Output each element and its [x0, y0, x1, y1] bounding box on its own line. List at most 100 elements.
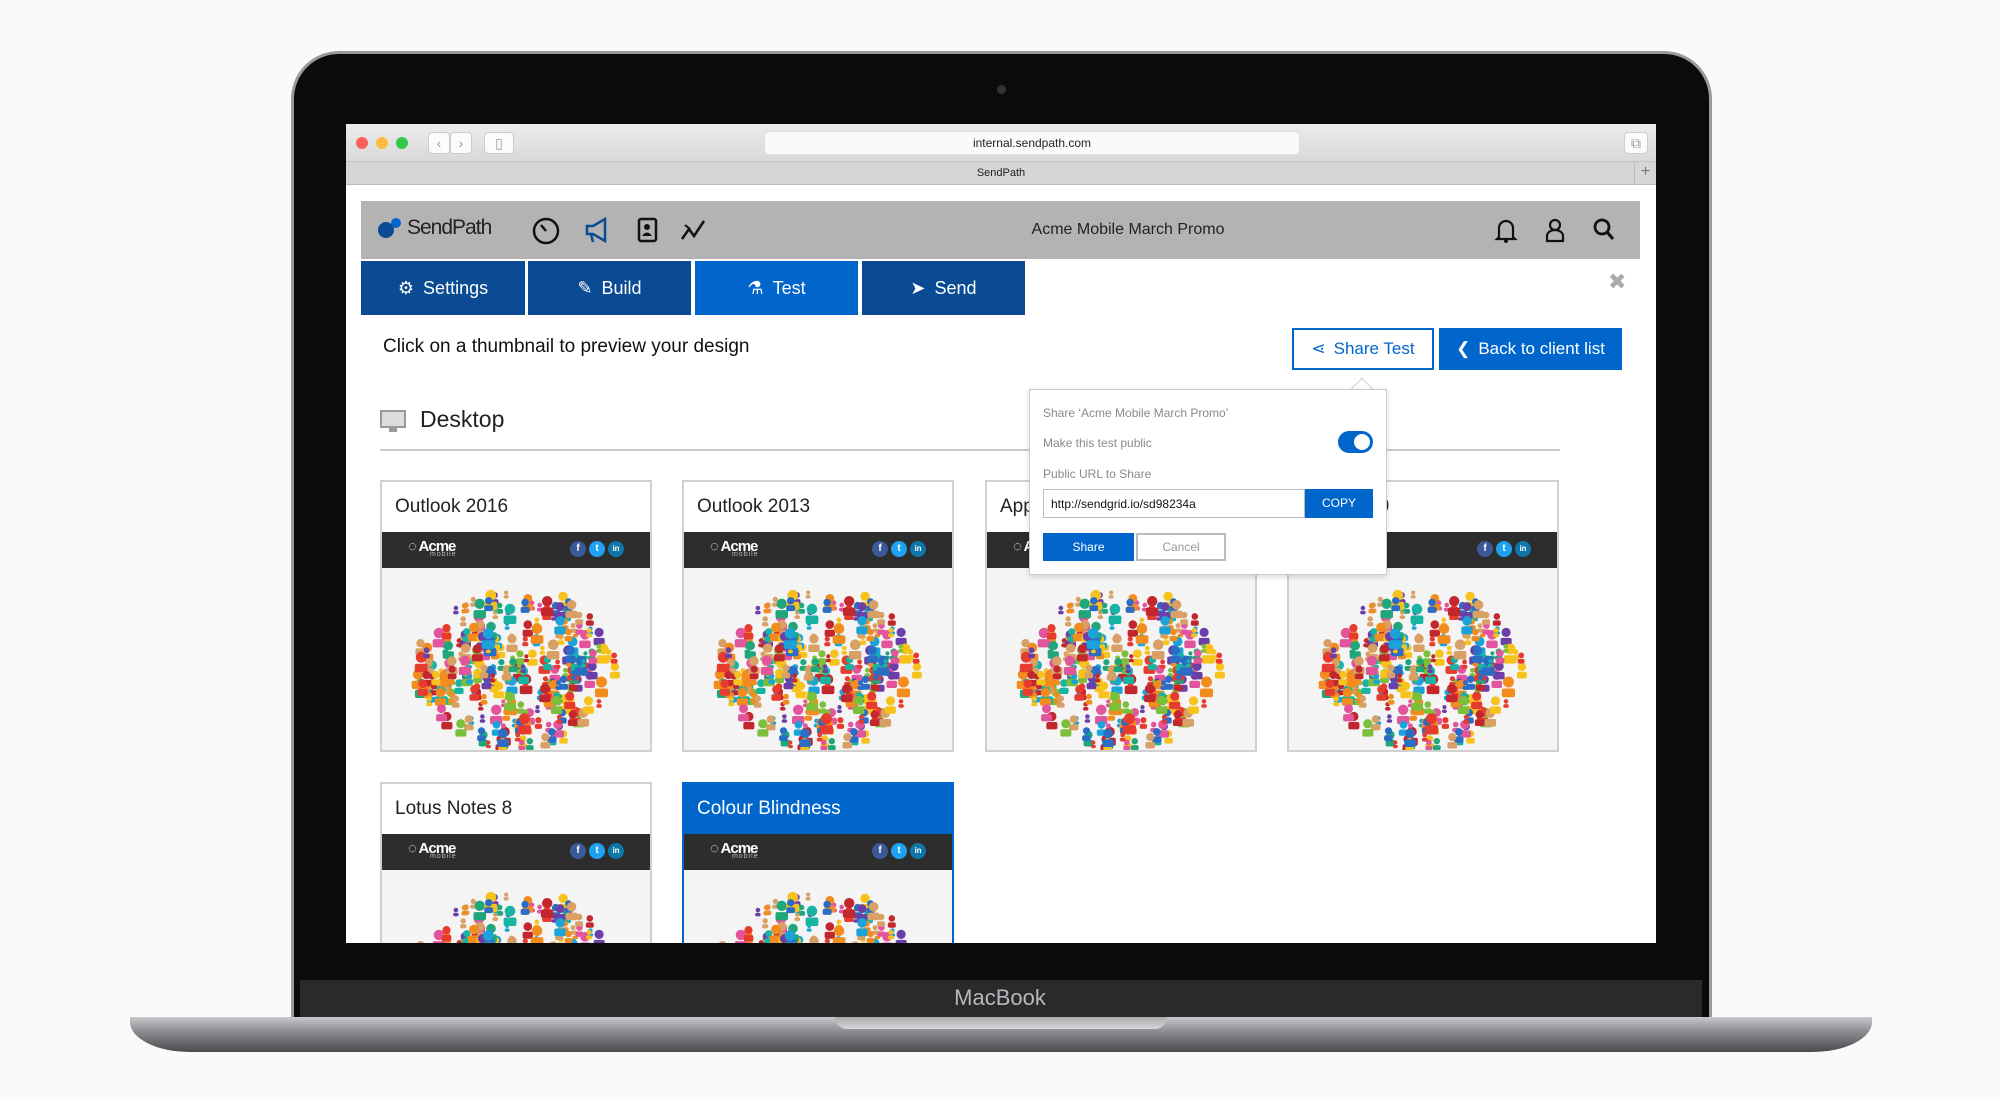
tab-build[interactable]: ✎ Build [528, 261, 691, 315]
person-figure [1058, 605, 1064, 615]
megaphone-icon[interactable] [583, 215, 613, 245]
person-figure [1387, 693, 1395, 705]
forward-nav-button[interactable]: › [450, 132, 472, 154]
public-url-input[interactable] [1043, 489, 1305, 518]
person-figure [907, 649, 914, 660]
person-figure [1413, 634, 1425, 652]
linkedin-icon: in [910, 541, 926, 557]
person-figure [805, 892, 811, 901]
person-figure [525, 738, 534, 750]
person-figure [453, 605, 459, 615]
sidebar-toggle-button[interactable]: ▯ [484, 132, 514, 154]
facebook-icon: f [1477, 541, 1493, 557]
tab-settings[interactable]: ⚙ Settings [361, 261, 525, 315]
person-figure [460, 616, 467, 627]
person-figure [1501, 676, 1515, 698]
email-header-band: ◌ Acmemobile f t in [684, 532, 952, 568]
person-figure [506, 634, 518, 652]
zoom-window-button[interactable] [396, 137, 408, 149]
person-figure [1492, 613, 1501, 626]
sendpath-logo[interactable]: SendPath [377, 215, 492, 241]
browser-tab[interactable]: SendPath [977, 167, 1025, 179]
person-figure [808, 634, 820, 652]
back-nav-button[interactable]: ‹ [428, 132, 450, 154]
person-figure [1410, 603, 1424, 624]
person-figure [1368, 602, 1375, 614]
person-figure [836, 705, 842, 713]
contacts-icon[interactable] [633, 215, 663, 245]
copy-button[interactable]: COPY [1305, 489, 1373, 518]
tabs-overview-button[interactable]: ⧉ [1624, 132, 1648, 154]
thumbnail-title: Lotus Notes 8 [382, 784, 650, 834]
preview-thumbnail[interactable]: Colour Blindness ◌ Acme mobile f t in [682, 782, 954, 943]
person-figure [1429, 636, 1436, 647]
screen: ‹ › ▯ internal.sendpath.com ⧉ SendPath +… [346, 124, 1656, 943]
person-figure [809, 936, 819, 943]
person-figure [887, 613, 896, 626]
close-window-button[interactable] [356, 137, 368, 149]
back-to-client-list-button[interactable]: ❮ Back to client list [1439, 328, 1622, 370]
person-figure [461, 602, 468, 614]
tab-test[interactable]: ⚗ Test [695, 261, 858, 315]
email-header-band: ◌ Acmemobile f t in [684, 834, 952, 870]
preview-thumbnail[interactable]: Outlook 2013 ◌ Acme mobile f t in [682, 480, 954, 752]
person-figure [596, 699, 602, 708]
person-figure [527, 649, 538, 666]
tab-send[interactable]: ➤ Send [862, 261, 1025, 315]
preview-thumbnail[interactable]: Outlook 2016 ◌ Acme mobile f t in [380, 480, 652, 752]
preview-thumbnail[interactable]: Lotus Notes 8 ◌ Acme mobile f t in [380, 782, 652, 943]
public-toggle[interactable] [1338, 431, 1373, 453]
person-figure [1453, 639, 1467, 660]
address-bar[interactable]: internal.sendpath.com [764, 131, 1300, 155]
person-figure [1190, 613, 1199, 626]
person-figure [460, 918, 467, 929]
person-figure [1085, 693, 1093, 705]
search-icon[interactable] [1589, 215, 1619, 245]
facebook-icon: f [872, 843, 888, 859]
person-figure [824, 636, 831, 647]
instruction-text: Click on a thumbnail to preview your des… [383, 336, 750, 357]
analytics-icon[interactable] [679, 215, 709, 245]
person-figure [805, 590, 811, 599]
person-figure [755, 907, 761, 917]
person-figure [503, 603, 517, 624]
person-figure [1434, 649, 1445, 666]
public-label: Make this test public [1043, 436, 1152, 450]
dashboard-icon[interactable] [531, 215, 561, 245]
cancel-button[interactable]: Cancel [1136, 533, 1226, 561]
acme-logo: ◌ Acmemobile [710, 840, 759, 860]
share-test-button[interactable]: ⋖ Share Test [1292, 328, 1434, 370]
new-tab-button[interactable]: + [1634, 162, 1656, 184]
person-figure [1097, 610, 1104, 619]
user-icon[interactable] [1540, 215, 1570, 245]
person-figure [887, 915, 896, 928]
paper-plane-icon: ➤ [910, 277, 926, 298]
thumbnail-title: Outlook 2016 [382, 482, 650, 532]
person-figure [480, 693, 488, 705]
person-figure [1367, 616, 1374, 627]
person-figure [841, 645, 848, 655]
bell-icon[interactable] [1491, 215, 1521, 245]
minimize-window-button[interactable] [376, 137, 388, 149]
person-figure [1410, 590, 1416, 599]
person-figure [1512, 649, 1519, 660]
close-icon[interactable]: ✖ [1608, 269, 1626, 295]
share-button[interactable]: Share [1043, 533, 1134, 561]
person-figure [1461, 659, 1468, 669]
person-figure [842, 596, 856, 616]
person-figure [895, 627, 907, 646]
person-figure [805, 603, 819, 624]
thumbnail-title: Outlook 2013 [684, 482, 952, 532]
laptop-notch [835, 1017, 1167, 1029]
person-figure [782, 693, 790, 705]
thumbnail-title: Colour Blindness [684, 784, 952, 834]
person-figure [1108, 603, 1122, 624]
person-figure [534, 717, 543, 729]
person-figure [515, 650, 525, 664]
chevron-left-icon: ❮ [1456, 339, 1471, 358]
person-figure [594, 676, 608, 698]
person-figure [1422, 650, 1432, 664]
section-title: Desktop [420, 406, 505, 432]
person-figure [794, 912, 801, 921]
person-figure [585, 613, 594, 626]
